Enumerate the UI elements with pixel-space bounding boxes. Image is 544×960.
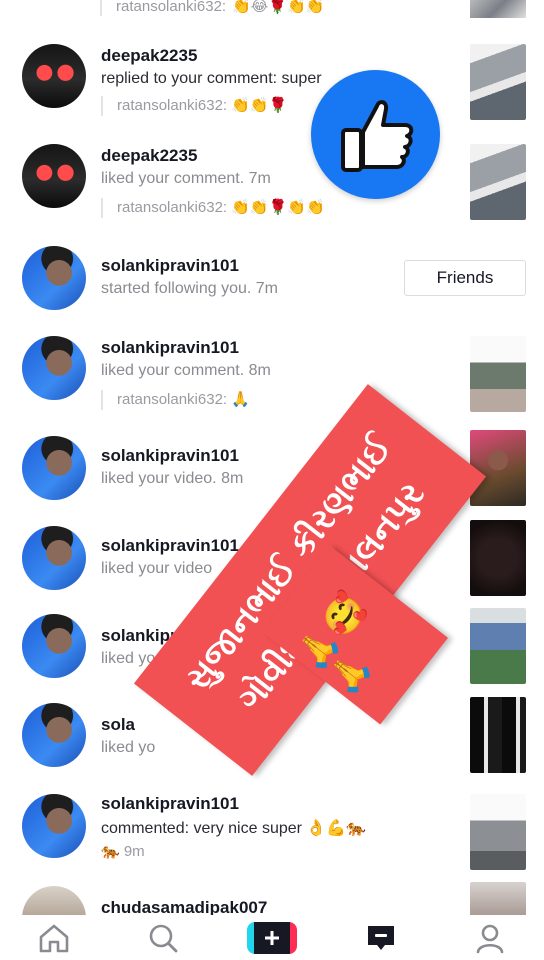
- notification-row[interactable]: deepak2235 liked your comment. 7m ratans…: [0, 140, 544, 230]
- friends-button[interactable]: Friends: [404, 260, 526, 296]
- nav-discover[interactable]: [133, 915, 193, 960]
- avatar[interactable]: [22, 703, 86, 767]
- plus-icon: [264, 930, 279, 945]
- quote-user: ratansolanki632:: [117, 199, 228, 216]
- profile-icon: [476, 924, 503, 953]
- nav-home[interactable]: [24, 915, 84, 960]
- avatar[interactable]: [22, 794, 86, 858]
- video-thumbnail[interactable]: [470, 882, 526, 915]
- username[interactable]: solankipravin101: [101, 256, 239, 276]
- nav-create[interactable]: [242, 915, 302, 960]
- quote-user: ratansolanki632:: [116, 0, 227, 15]
- avatar[interactable]: [22, 614, 86, 678]
- thumbs-up-glyph: [340, 99, 413, 172]
- notification-text: liked your comment. 8m: [101, 362, 271, 379]
- nav-inbox[interactable]: [351, 915, 411, 960]
- video-thumbnail[interactable]: [470, 697, 526, 773]
- notification-row[interactable]: chudasamadipak007: [0, 882, 544, 915]
- username[interactable]: solankipravin101: [101, 338, 239, 358]
- username[interactable]: sola: [101, 715, 135, 735]
- avatar[interactable]: [22, 336, 86, 400]
- video-thumbnail[interactable]: [470, 336, 526, 412]
- video-thumbnail[interactable]: [470, 430, 526, 506]
- avatar[interactable]: [22, 526, 86, 590]
- notification-feed[interactable]: ratansolanki632: 👏😂🌹👏👏 deepak2235 replie…: [0, 0, 544, 915]
- notification-text: started following you. 7m: [101, 280, 278, 297]
- video-thumbnail[interactable]: [470, 0, 526, 18]
- notification-text: liked yo: [101, 739, 156, 756]
- notification-row[interactable]: deepak2235 replied to your comment: supe…: [0, 40, 544, 130]
- username[interactable]: deepak2235: [101, 146, 197, 166]
- quote-emoji: 👏😂🌹👏👏: [232, 0, 325, 15]
- username[interactable]: solankipravin101: [101, 794, 239, 814]
- bottom-navigation: [0, 915, 544, 960]
- quote-emoji: 🙏: [231, 391, 250, 408]
- quote-emoji: 👏👏🌹: [231, 97, 288, 114]
- avatar[interactable]: [22, 44, 86, 108]
- quote-user: ratansolanki632:: [117, 391, 228, 408]
- notification-text: liked your video: [101, 560, 213, 577]
- notification-row[interactable]: solankipravin101 liked your comment. 8m …: [0, 330, 544, 420]
- search-icon: [149, 924, 178, 952]
- inbox-icon: [367, 925, 394, 950]
- video-thumbnail[interactable]: [470, 608, 526, 684]
- thumbs-up-icon: [311, 70, 440, 199]
- username[interactable]: deepak2235: [101, 46, 197, 66]
- notification-text: liked your video. 8m: [101, 470, 244, 487]
- create-button[interactable]: [246, 921, 297, 954]
- video-thumbnail[interactable]: [470, 144, 526, 220]
- video-thumbnail[interactable]: [470, 44, 526, 120]
- username[interactable]: chudasamadipak007: [101, 898, 267, 915]
- video-thumbnail[interactable]: [470, 520, 526, 596]
- username[interactable]: solankipravin101: [101, 536, 239, 556]
- avatar[interactable]: [22, 246, 86, 310]
- notification-text: liked your comment. 7m: [101, 170, 271, 187]
- home-icon: [40, 924, 69, 952]
- comment-quote: ratansolanki632: 👏👏🌹👏👏: [101, 198, 325, 218]
- quote-user: ratansolanki632:: [117, 97, 228, 114]
- notification-text: commented: very nice super 👌💪🐅: [101, 820, 367, 837]
- notification-text: replied to your comment: super: [101, 70, 322, 87]
- quote-emoji: 👏👏🌹👏👏: [231, 199, 325, 216]
- comment-quote: ratansolanki632: 🙏: [101, 390, 250, 410]
- video-thumbnail[interactable]: [470, 794, 526, 870]
- username[interactable]: solankipravin101: [101, 446, 239, 466]
- nav-profile[interactable]: [460, 915, 520, 960]
- comment-quote: ratansolanki632: 👏😂🌹👏👏: [100, 0, 370, 16]
- avatar[interactable]: [22, 144, 86, 208]
- avatar[interactable]: [22, 886, 86, 915]
- notification-row[interactable]: solankipravin101 commented: very nice su…: [0, 788, 544, 878]
- avatar[interactable]: [22, 436, 86, 500]
- comment-quote: ratansolanki632: 👏👏🌹: [101, 96, 287, 116]
- notification-time: 🐅 9m: [101, 843, 145, 860]
